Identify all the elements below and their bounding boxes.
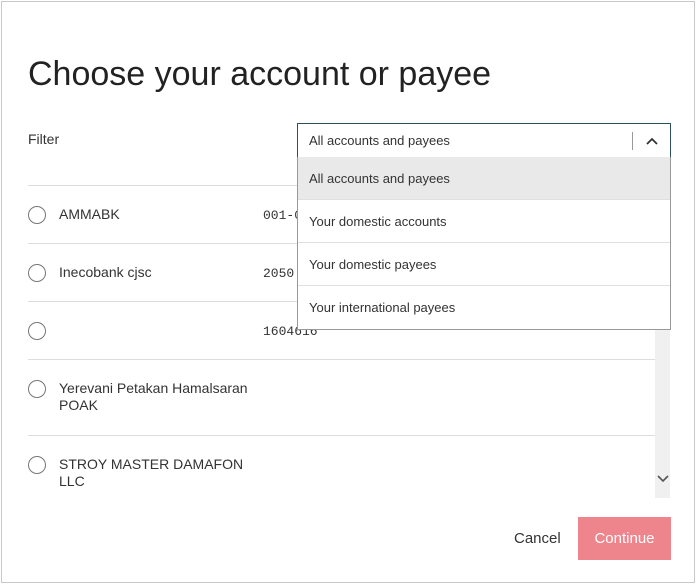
continue-button[interactable]: Continue [578, 517, 671, 560]
radio-button[interactable] [28, 380, 46, 398]
dialog-title: Choose your account or payee [28, 55, 492, 93]
cancel-button[interactable]: Cancel [514, 530, 561, 547]
filter-select-value: All accounts and payees [309, 133, 450, 148]
payee-name: STROY MASTER DAMAFON LLC [59, 456, 244, 489]
radio-button[interactable] [28, 456, 46, 474]
account-number: 2050 [263, 266, 295, 281]
choose-account-dialog: Choose your account or payee Filter AMMA… [1, 1, 695, 583]
radio-button[interactable] [28, 322, 46, 340]
list-item[interactable]: Yerevani Petakan Hamalsaran POAK [28, 360, 655, 436]
filter-option-international-payees[interactable]: Your international payees [298, 286, 670, 329]
filter-dropdown-menu: All accounts and payees Your domestic ac… [297, 157, 671, 330]
filter-select[interactable]: All accounts and payees [297, 123, 671, 158]
filter-label: Filter [28, 131, 60, 147]
filter-option-all[interactable]: All accounts and payees [298, 157, 670, 200]
chevron-down-icon[interactable] [655, 469, 670, 489]
filter-option-domestic-accounts[interactable]: Your domestic accounts [298, 200, 670, 243]
select-divider [632, 132, 633, 150]
payee-name: Yerevani Petakan Hamalsaran POAK [59, 380, 248, 413]
payee-name: AMMABK [59, 206, 120, 222]
payee-name: Inecobank cjsc [59, 264, 152, 280]
filter-option-domestic-payees[interactable]: Your domestic payees [298, 243, 670, 286]
chevron-up-icon[interactable] [643, 132, 661, 150]
list-item[interactable]: STROY MASTER DAMAFON LLC [28, 436, 655, 498]
radio-button[interactable] [28, 206, 46, 224]
radio-button[interactable] [28, 264, 46, 282]
